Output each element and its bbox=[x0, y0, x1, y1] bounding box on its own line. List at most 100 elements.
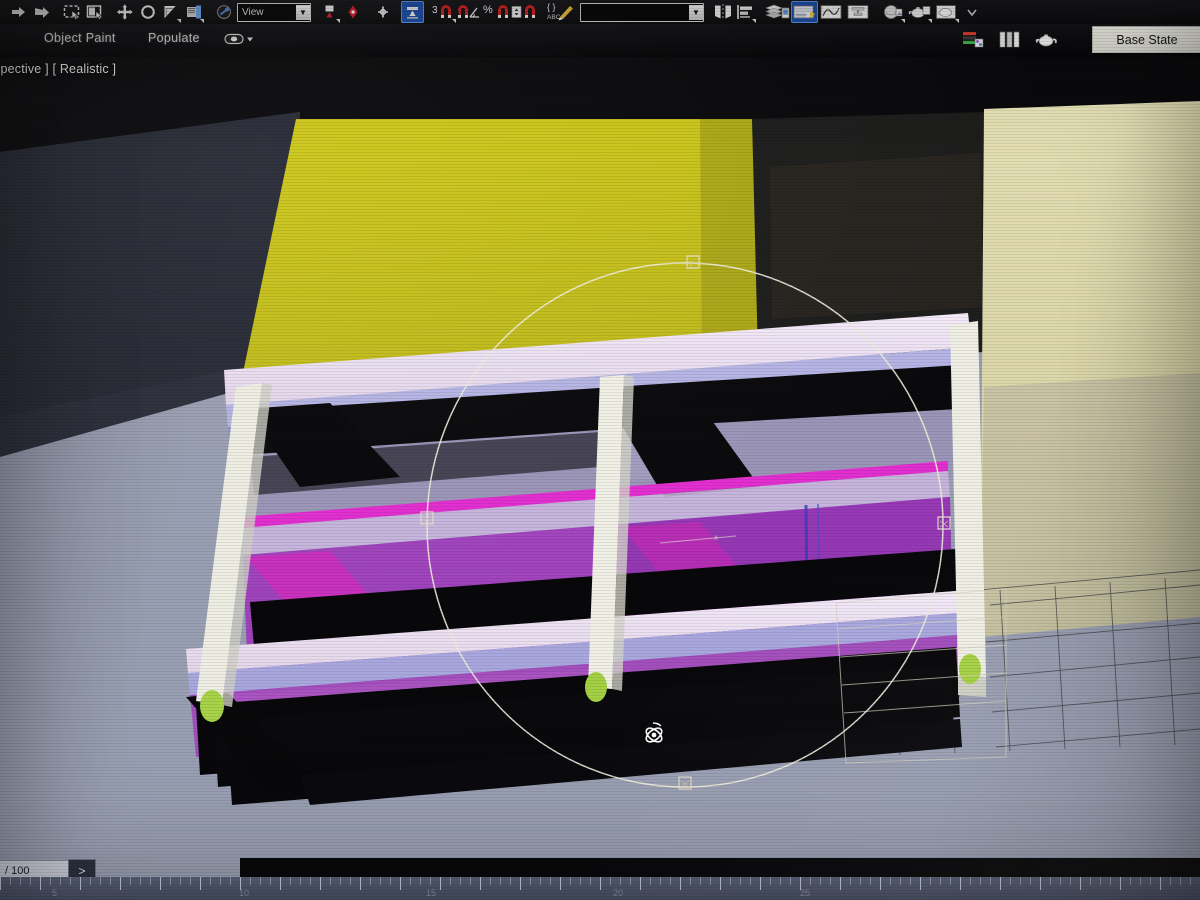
ruler-tick bbox=[1170, 877, 1171, 885]
select-object-button[interactable] bbox=[60, 1, 83, 23]
snaps-3-label[interactable]: 3 bbox=[431, 1, 457, 23]
chevron-down-icon[interactable]: ▼ bbox=[689, 4, 703, 20]
ruler-tick bbox=[980, 877, 981, 885]
timeline-ruler[interactable]: 5 10 15 20 25 bbox=[0, 877, 1200, 900]
ruler-tick bbox=[190, 877, 191, 885]
ruler-tick bbox=[560, 877, 561, 890]
percent-snap-toggle-button[interactable]: % bbox=[483, 1, 511, 23]
reference-coordinate-system-combo[interactable]: View ▼ bbox=[237, 2, 311, 22]
ruler-tick bbox=[1090, 877, 1091, 885]
render-frame-window-button[interactable] bbox=[933, 1, 960, 23]
align-button[interactable] bbox=[734, 1, 757, 23]
selection-center-icon bbox=[348, 5, 357, 19]
render-setup-button[interactable] bbox=[791, 1, 818, 23]
render-colorbars-icon bbox=[963, 32, 984, 48]
use-pivot-point-center-button[interactable] bbox=[318, 1, 341, 23]
ruler-tick bbox=[1030, 877, 1031, 885]
ruler-tick bbox=[380, 877, 381, 885]
spinner-snap-toggle-button[interactable] bbox=[511, 1, 539, 23]
ruler-tick bbox=[440, 877, 441, 890]
material-flyout-arrow[interactable] bbox=[901, 19, 905, 23]
align-flyout-arrow[interactable] bbox=[752, 19, 756, 23]
ruler-tick bbox=[670, 877, 671, 885]
ruler-tick bbox=[390, 877, 391, 885]
render-production-button[interactable] bbox=[906, 1, 933, 23]
select-and-manipulate-button[interactable] bbox=[371, 1, 394, 23]
named-selection-sets-combo[interactable]: ▼ bbox=[580, 2, 704, 22]
select-and-rotate-button[interactable] bbox=[136, 1, 159, 23]
select-and-place-button[interactable] bbox=[182, 1, 205, 23]
material-editor-button[interactable] bbox=[879, 1, 906, 23]
ruler-tick bbox=[990, 877, 991, 885]
select-and-scale-button[interactable] bbox=[159, 1, 182, 23]
toolbar-overflow-button[interactable] bbox=[960, 1, 983, 23]
select-and-move-button[interactable] bbox=[113, 1, 136, 23]
ruler-tick bbox=[540, 877, 541, 885]
viewport-label[interactable]: spective ] [ Realistic ] bbox=[0, 62, 116, 76]
teapot-preview-icon-wrap[interactable] bbox=[1034, 30, 1060, 55]
perspective-viewport[interactable]: x spective] [Realistic] bbox=[0, 57, 1200, 858]
ruler-tick bbox=[100, 877, 101, 885]
ruler-tick bbox=[370, 877, 371, 885]
ruler-tick bbox=[360, 877, 361, 890]
ruler-tick bbox=[420, 877, 421, 885]
layer-explorer-button[interactable] bbox=[764, 1, 791, 23]
ruler-tick bbox=[410, 877, 411, 885]
use-selection-center-button[interactable] bbox=[341, 1, 364, 23]
pivot-flyout-arrow[interactable] bbox=[336, 19, 340, 23]
schematic-view-icon bbox=[847, 5, 869, 19]
ruler-tick bbox=[810, 877, 811, 885]
undo-button[interactable] bbox=[7, 1, 30, 23]
ruler-tick bbox=[730, 877, 731, 885]
ruler-tick bbox=[1140, 877, 1141, 885]
batch-render-icon-wrap[interactable] bbox=[998, 30, 1022, 55]
ruler-tick bbox=[910, 877, 911, 885]
move-cross-icon bbox=[116, 4, 133, 20]
svg-text:ABC: ABC bbox=[547, 14, 561, 21]
populate-flyout[interactable] bbox=[224, 32, 254, 52]
scene-state-dropdown[interactable]: Base State bbox=[1092, 26, 1200, 53]
curve-editor-button[interactable] bbox=[818, 1, 845, 23]
redo-button[interactable] bbox=[30, 1, 53, 23]
ruler-tick bbox=[580, 877, 581, 885]
ruler-tick bbox=[20, 877, 21, 885]
edit-named-selection-sets-button[interactable]: { } ABC bbox=[546, 1, 576, 23]
ruler-tick bbox=[760, 877, 761, 890]
render-flyout-arrow[interactable] bbox=[928, 19, 932, 23]
ruler-tick bbox=[590, 877, 591, 885]
ruler-tick bbox=[110, 877, 111, 885]
render-colorbars-icon-wrap[interactable] bbox=[962, 30, 984, 55]
populate-label[interactable]: Populate bbox=[148, 31, 200, 45]
object-paint-label[interactable]: Object Paint bbox=[44, 31, 116, 45]
snap-flyout-arrow[interactable] bbox=[452, 19, 456, 23]
ruler-number: 20 bbox=[613, 888, 624, 898]
svg-text:%: % bbox=[483, 4, 493, 16]
ruler-tick bbox=[120, 877, 121, 890]
current-frame-value: / 100 bbox=[5, 864, 30, 877]
schematic-view-button[interactable] bbox=[845, 1, 872, 23]
manipulate-indicator[interactable] bbox=[212, 1, 235, 23]
ruler-tick bbox=[490, 877, 491, 885]
ruler-tick bbox=[1080, 877, 1081, 890]
ruler-tick bbox=[770, 877, 771, 885]
ruler-tick bbox=[780, 877, 781, 885]
place-flyout-arrow[interactable] bbox=[200, 19, 204, 23]
ruler-tick bbox=[30, 877, 31, 885]
ruler-tick bbox=[460, 877, 461, 885]
scale-flyout-arrow[interactable] bbox=[177, 19, 181, 23]
select-by-name-button[interactable] bbox=[83, 1, 106, 23]
frame-flyout-arrow[interactable] bbox=[955, 19, 959, 23]
undo-arrow-icon bbox=[12, 7, 25, 17]
ruler-tick bbox=[400, 877, 401, 890]
chevron-down-icon[interactable]: ▼ bbox=[296, 4, 310, 20]
angle-snap-toggle-button[interactable] bbox=[457, 1, 483, 23]
ruler-tick bbox=[210, 877, 211, 885]
snaps-toggle-button[interactable] bbox=[401, 1, 424, 23]
mirror-button[interactable] bbox=[711, 1, 734, 23]
ruler-tick bbox=[180, 877, 181, 885]
ruler-tick bbox=[150, 877, 151, 885]
